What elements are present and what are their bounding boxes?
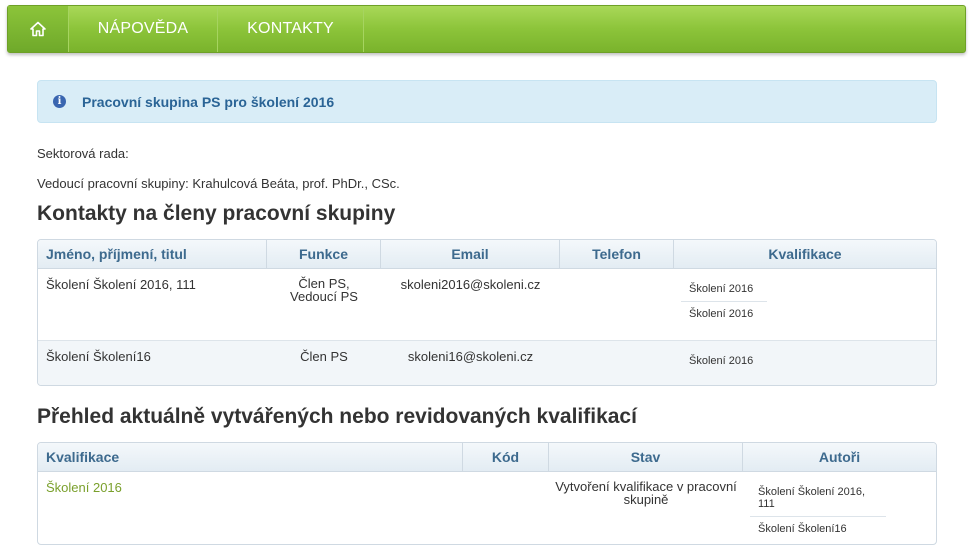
qualification-code [463, 472, 549, 544]
col-status: Stav [549, 443, 743, 471]
member-qualifications: Školení 2016 [674, 341, 936, 385]
author-item: Školení Školení 2016, 111 [758, 486, 866, 510]
table-row: Školení Školení 2016, 111 Člen PS, Vedou… [38, 269, 936, 341]
col-function: Funkce [267, 240, 381, 268]
qualification-item: Školení 2016 [689, 355, 754, 367]
col-authors: Autoři [818, 449, 861, 465]
col-qualification: Kvalifikace [768, 246, 842, 262]
members-table: Jméno, příjmení, titul Funkce Email Tele… [37, 239, 937, 386]
col-code: Kód [463, 443, 549, 471]
info-alert: i Pracovní skupina PS pro školení 2016 [37, 80, 937, 123]
home-icon [30, 21, 46, 37]
author-item: Školení Školení16 [750, 516, 886, 541]
top-navigation: NÁPOVĚDA KONTAKTY [7, 5, 966, 53]
members-heading: Kontakty na členy pracovní skupiny [37, 202, 396, 225]
col-qualification: Kvalifikace [38, 443, 463, 471]
member-qualifications: Školení 2016 Školení 2016 [674, 269, 936, 340]
col-email: Email [381, 240, 560, 268]
qualification-item: Školení 2016 [681, 301, 767, 326]
status-line: skupině [623, 492, 669, 507]
table-row: Školení Školení16 Člen PS skoleni16@skol… [38, 341, 936, 385]
info-icon: i [53, 95, 66, 108]
qualifications-table-header: Kvalifikace Kód Stav Autoři [38, 443, 936, 472]
member-function: Člen PS, Vedoucí PS [267, 269, 381, 340]
alert-text: Pracovní skupina PS pro školení 2016 [82, 93, 335, 110]
overview-heading: Přehled aktuálně vytvářených nebo revido… [37, 405, 637, 428]
member-name: Školení Školení16 [46, 349, 151, 364]
qualification-authors: Školení Školení 2016, 111 Školení Školen… [743, 472, 936, 544]
members-table-header: Jméno, příjmení, titul Funkce Email Tele… [38, 240, 936, 269]
member-email[interactable]: skoleni16@skoleni.cz [381, 341, 560, 385]
qualifications-table: Kvalifikace Kód Stav Autoři Školení 2016… [37, 442, 937, 545]
qualification-link-text[interactable]: Školení 2016 [46, 480, 122, 495]
table-row: Školení 2016 Vytvoření kvalifikace v pra… [38, 472, 936, 544]
member-phone [560, 269, 674, 340]
nav-contacts[interactable]: KONTAKTY [218, 6, 364, 52]
qualification-link[interactable]: Školení 2016 [38, 472, 463, 544]
col-name: Jméno, příjmení, titul [38, 240, 267, 268]
sector-council: Sektorová rada: [37, 146, 129, 161]
nav-help[interactable]: NÁPOVĚDA [69, 6, 218, 52]
member-name: Školení Školení 2016, 111 [46, 277, 196, 292]
member-phone [560, 341, 674, 385]
group-leader: Vedoucí pracovní skupiny: Krahulcová Beá… [37, 176, 400, 191]
qualification-item: Školení 2016 [689, 283, 754, 295]
home-button[interactable] [8, 6, 69, 52]
qualification-status: Vytvoření kvalifikace v pracovní skupině [549, 472, 743, 544]
function-line: Vedoucí PS [290, 289, 358, 304]
member-email[interactable]: skoleni2016@skoleni.cz [381, 269, 560, 340]
member-function: Člen PS [300, 349, 348, 364]
col-phone: Telefon [560, 240, 674, 268]
